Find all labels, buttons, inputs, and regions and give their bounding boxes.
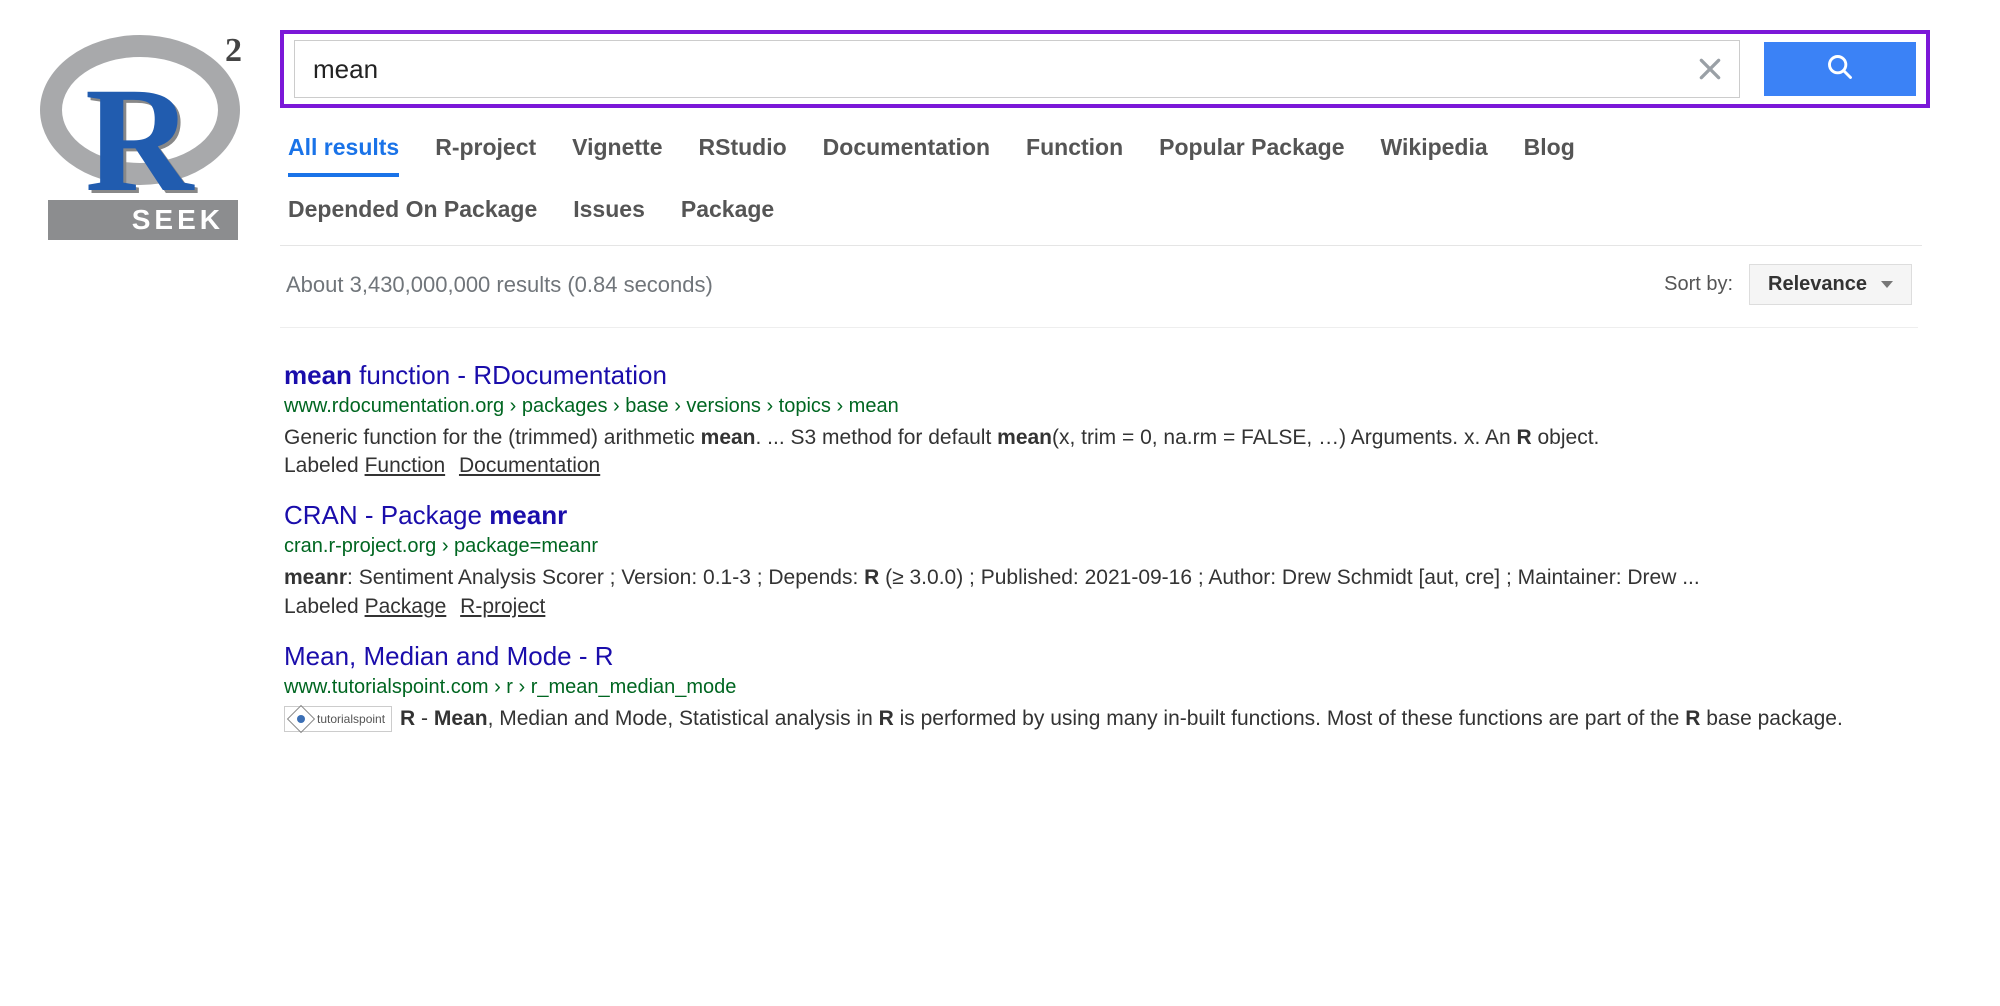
clear-icon[interactable] [1697,56,1723,82]
result-label[interactable]: Function [365,454,446,477]
sort-value: Relevance [1768,273,1867,296]
tab-package[interactable]: Package [681,190,774,235]
result-tabs: All results R-project Vignette RStudio Docum… [280,108,1922,246]
tab-vignette[interactable]: Vignette [572,128,662,176]
result-title[interactable]: CRAN - Package meanr [284,500,1910,533]
result-label[interactable]: Package [365,595,447,618]
result-title[interactable]: mean function - RDocumentation [284,360,1910,393]
search-result: CRAN - Package meanrcran.r-project.org ›… [284,482,1910,622]
tab-blog[interactable]: Blog [1524,128,1575,176]
tab-documentation[interactable]: Documentation [823,128,990,176]
result-stats: About 3,430,000,000 results (0.84 second… [286,272,713,298]
results-list: mean function - RDocumentationwww.rdocum… [280,328,1914,751]
search-button[interactable] [1764,42,1916,96]
tab-all-results[interactable]: All results [288,128,399,177]
sort-control: Sort by: Relevance [1664,264,1912,305]
tab-function[interactable]: Function [1026,128,1123,176]
result-thumb: tutorialspoint [284,706,392,732]
result-label[interactable]: R-project [460,595,545,618]
sort-label: Sort by: [1664,273,1733,296]
chevron-down-icon [1881,281,1893,288]
search-result: Mean, Median and Mode - Rwww.tutorialspo… [284,623,1910,737]
tab-r-project[interactable]: R-project [435,128,536,176]
result-url[interactable]: www.tutorialspoint.com › r › r_mean_medi… [284,674,1910,705]
result-url[interactable]: www.rdocumentation.org › packages › base… [284,393,1910,424]
logo-superscript: 2 [225,32,242,70]
results-meta: About 3,430,000,000 results (0.84 second… [280,246,1918,328]
search-box[interactable] [294,40,1740,98]
search-icon [1826,53,1854,86]
search-input[interactable] [311,53,1697,86]
result-label[interactable]: Documentation [459,454,600,477]
logo-seek: SEEK [48,200,238,240]
tab-wikipedia[interactable]: Wikipedia [1381,128,1488,176]
tab-issues[interactable]: Issues [573,190,645,235]
result-snippet: meanr: Sentiment Analysis Scorer ; Versi… [284,564,1910,592]
result-snippet: tutorialspointR - Mean, Median and Mode,… [284,705,1910,733]
result-title[interactable]: Mean, Median and Mode - R [284,641,1910,674]
logo: 2 R SEEK [0,30,280,1006]
result-labels: Labeled Function Documentation [284,452,1910,478]
tab-rstudio[interactable]: RStudio [699,128,787,176]
result-snippet: Generic function for the (trimmed) arith… [284,424,1910,452]
result-url[interactable]: cran.r-project.org › package=meanr [284,533,1910,564]
logo-r: R [85,65,193,215]
search-bar-highlight [280,30,1930,108]
search-result: mean function - RDocumentationwww.rdocum… [284,342,1910,482]
tab-depended-on-package[interactable]: Depended On Package [288,190,537,235]
tab-popular-package[interactable]: Popular Package [1159,128,1344,176]
sort-dropdown[interactable]: Relevance [1749,264,1912,305]
result-labels: Labeled Package R-project [284,593,1910,619]
